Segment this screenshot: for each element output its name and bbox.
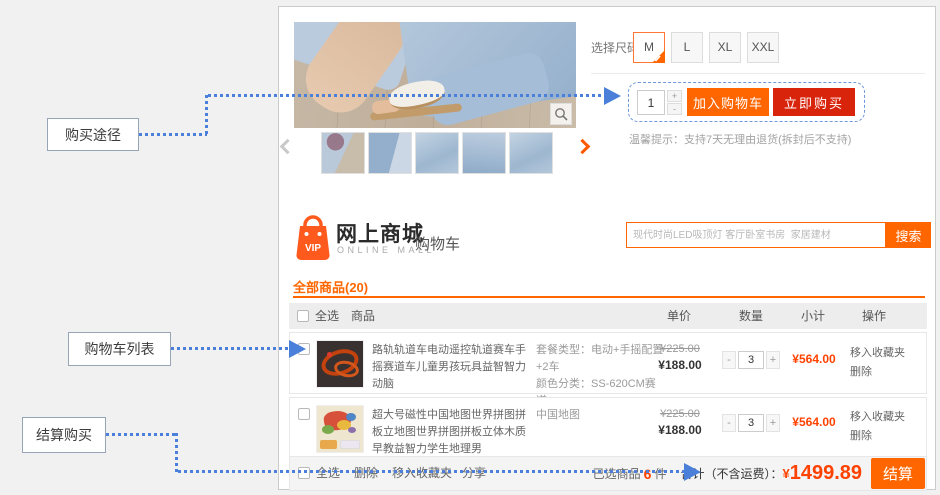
buy-now-button[interactable]: 立即购买 <box>773 88 855 116</box>
annotation-checkout: 结算购买 <box>22 417 106 453</box>
track-car-dot <box>327 352 332 357</box>
quantity-stepper: - 3 + <box>722 414 780 432</box>
map-thumb-strip <box>340 440 360 449</box>
selected-items-count: 6 <box>644 466 652 482</box>
map-shape <box>348 427 356 433</box>
current-price: ¥188.00 <box>646 423 714 437</box>
product-thumbnail[interactable] <box>509 132 553 174</box>
footer-move-to-favorites-link[interactable]: 移入收藏夹 <box>392 457 452 490</box>
product-image-race-track[interactable] <box>316 340 364 388</box>
cart-row: 路轨轨道车电动遥控轨道赛车手摇赛道车儿童男孩玩具益智智力动脑 套餐类型：电动+手… <box>289 332 927 394</box>
footer-share-link[interactable]: 分享 <box>462 457 486 490</box>
annotation-cart-list: 购物车列表 <box>68 332 171 366</box>
original-price: ¥225.00 <box>646 343 714 355</box>
map-shape <box>322 425 334 434</box>
map-shape <box>346 413 356 421</box>
site-title: 网上商城 <box>336 218 424 248</box>
annotation-purchase-path: 购买途径 <box>47 118 139 151</box>
quantity-input[interactable] <box>637 90 665 115</box>
annotation-arrow-icon <box>684 463 701 481</box>
decrease-quantity-button[interactable]: - <box>722 351 736 369</box>
row-subtotal: ¥564.00 <box>784 415 844 429</box>
quantity-increase-button[interactable]: + <box>667 90 682 102</box>
product-thumbnail[interactable] <box>462 132 506 174</box>
col-unit-price: 单价 <box>649 303 709 329</box>
chevron-right-icon[interactable] <box>575 139 591 155</box>
annotation-arrow-icon <box>289 340 306 358</box>
size-option-xl[interactable]: XL <box>709 32 741 63</box>
product-thumbnail[interactable] <box>321 132 365 174</box>
col-actions: 操作 <box>844 303 904 329</box>
decrease-quantity-button[interactable]: - <box>722 414 736 432</box>
search-button[interactable]: 搜索 <box>886 222 931 248</box>
logo-bag-icon: VIP <box>294 213 332 261</box>
main-panel: 选择尺码: M L XL XXL + - 加入购物车 立即购买 温馨提示：支持7… <box>278 6 936 490</box>
product-main-image[interactable] <box>294 22 576 128</box>
annotation-dotted-line <box>106 433 177 436</box>
add-to-cart-button[interactable]: 加入购物车 <box>687 88 769 116</box>
total-currency: ¥ <box>782 466 789 481</box>
page-title: 购物车 <box>415 233 460 254</box>
annotation-dotted-line <box>205 95 208 136</box>
footer-select-all-checkbox[interactable] <box>298 467 310 479</box>
select-all-checkbox[interactable] <box>297 310 309 322</box>
row-checkbox[interactable] <box>298 408 310 420</box>
col-quantity: 数量 <box>721 303 781 329</box>
footer-delete-link[interactable]: 删除 <box>354 457 378 490</box>
section-underline <box>293 296 925 298</box>
annotation-dotted-line <box>175 433 178 472</box>
current-price: ¥188.00 <box>646 358 714 372</box>
divider <box>591 73 925 74</box>
col-product: 商品 <box>351 303 375 329</box>
zoom-icon[interactable] <box>550 103 572 125</box>
annotation-dotted-line <box>208 94 604 97</box>
product-thumbnail[interactable] <box>415 132 459 174</box>
product-title-link[interactable]: 路轨轨道车电动遥控轨道赛车手摇赛道车儿童男孩玩具益智智力动脑 <box>372 342 530 393</box>
annotation-dotted-line <box>178 470 684 473</box>
size-option-l[interactable]: L <box>671 32 703 63</box>
cart-footer-bar: 全选 删除 移入收藏夹 分享 已选商品 6 件 合计（不含运费）： ¥ 1499… <box>289 456 927 491</box>
row-actions: 移入收藏夹 删除 <box>850 344 905 382</box>
size-option-xxl[interactable]: XXL <box>747 32 779 63</box>
total-amount: 1499.89 <box>790 462 862 485</box>
totals-group: 已选商品 6 件 合计（不含运费）： ¥ 1499.89 <box>593 457 862 490</box>
move-to-favorites-link[interactable]: 移入收藏夹 <box>850 408 905 427</box>
quantity-value: 3 <box>738 351 764 369</box>
cart-section-title: 全部商品(20) <box>293 277 368 296</box>
checkout-button[interactable]: 结算 <box>871 458 925 489</box>
map-thumb-strip <box>320 440 337 449</box>
original-price: ¥225.00 <box>646 408 714 420</box>
col-subtotal: 小计 <box>783 303 843 329</box>
size-selected-check-icon <box>653 55 661 62</box>
quantity-stepper: - 3 + <box>722 351 780 369</box>
increase-quantity-button[interactable]: + <box>766 414 780 432</box>
price-block: ¥225.00 ¥188.00 <box>646 408 714 437</box>
footer-select-all-link[interactable]: 全选 <box>316 457 340 490</box>
row-subtotal: ¥564.00 <box>784 352 844 366</box>
selected-items-label: 已选商品 <box>593 465 641 482</box>
price-block: ¥225.00 ¥188.00 <box>646 343 714 372</box>
logo-vip-text: VIP <box>305 243 321 254</box>
product-title-link[interactable]: 超大号磁性中国地图世界拼图拼板立地图世界拼图拼板立体木质早教益智力学生地理男 <box>372 407 530 458</box>
chevron-left-icon[interactable] <box>280 139 296 155</box>
annotation-arrow-icon <box>604 87 621 105</box>
move-to-favorites-link[interactable]: 移入收藏夹 <box>850 344 905 363</box>
col-select-all: 全选 <box>315 303 339 329</box>
product-thumbnail[interactable] <box>368 132 412 174</box>
cart-row: 超大号磁性中国地图世界拼图拼板立地图世界拼图拼板立体木质早教益智力学生地理男 中… <box>289 397 927 457</box>
cart-table-header: 全选 商品 单价 数量 小计 操作 <box>289 303 927 329</box>
selected-items-unit: 件 <box>654 465 666 482</box>
delete-link[interactable]: 删除 <box>850 427 905 446</box>
annotation-dotted-line <box>139 133 207 136</box>
annotation-dotted-line <box>171 347 289 350</box>
return-policy-tip: 温馨提示：支持7天无理由退货(拆封后不支持) <box>629 131 851 147</box>
row-actions: 移入收藏夹 删除 <box>850 408 905 446</box>
product-image-china-map[interactable] <box>316 405 364 453</box>
quantity-value: 3 <box>738 414 764 432</box>
delete-link[interactable]: 删除 <box>850 363 905 382</box>
search-input[interactable] <box>626 222 886 248</box>
quantity-decrease-button[interactable]: - <box>667 103 682 115</box>
increase-quantity-button[interactable]: + <box>766 351 780 369</box>
